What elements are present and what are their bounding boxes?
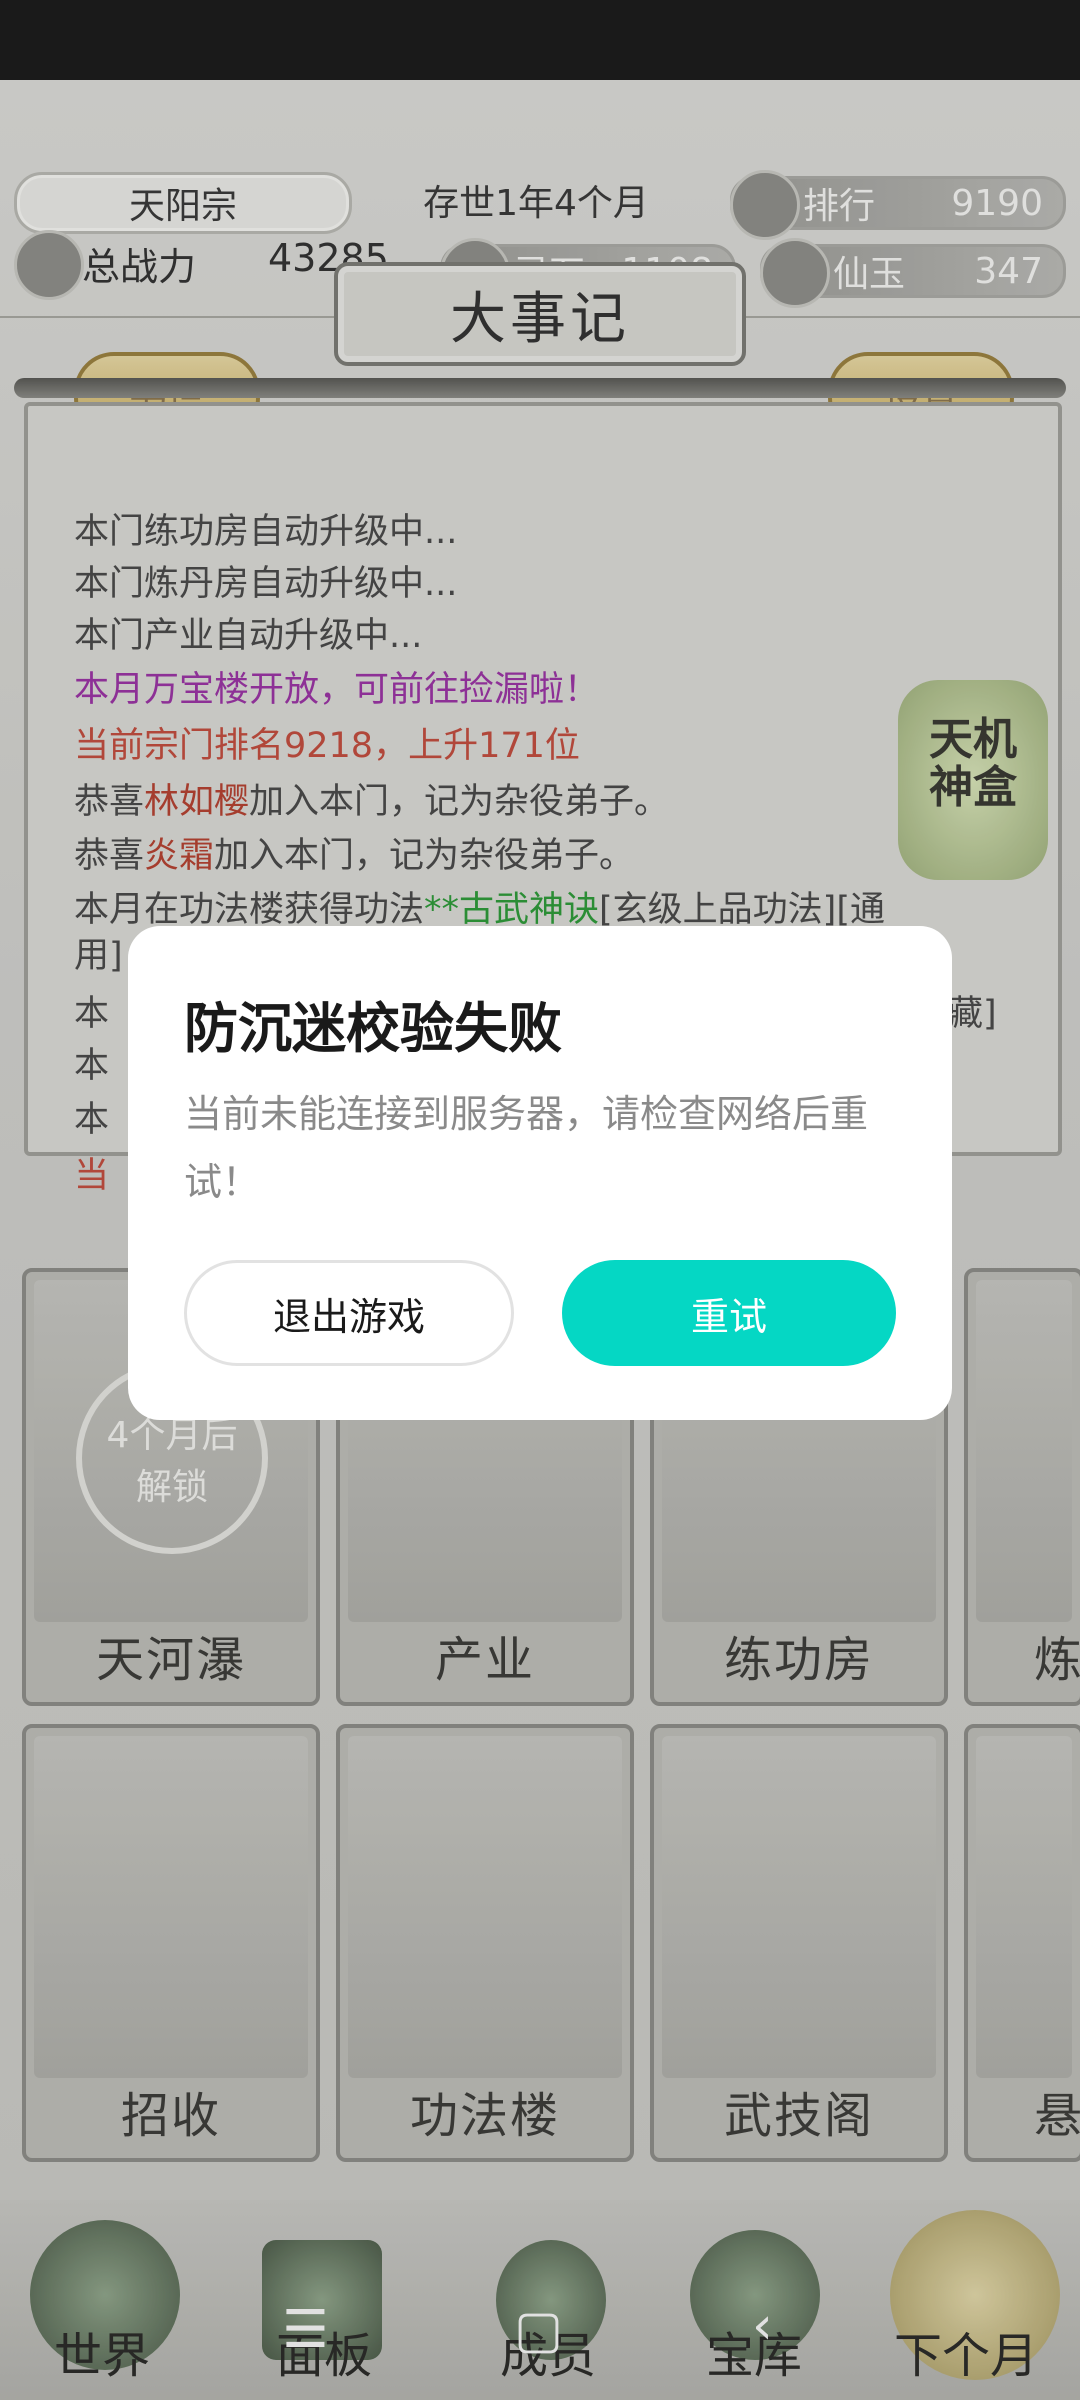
anti-addiction-dialog: 防沉迷校验失败 当前未能连接到服务器，请检查网络后重试！ 退出游戏 重试 [128, 926, 952, 1420]
dialog-message: 当前未能连接到服务器，请检查网络后重试！ [184, 1092, 869, 1204]
dialog-title: 防沉迷校验失败 [184, 997, 562, 1060]
exit-game-button[interactable]: 退出游戏 [184, 1260, 514, 1366]
status-bar [0, 0, 1080, 80]
exit-game-label: 退出游戏 [272, 1294, 425, 1339]
retry-label: 重试 [690, 1294, 767, 1339]
retry-button[interactable]: 重试 [562, 1260, 896, 1366]
